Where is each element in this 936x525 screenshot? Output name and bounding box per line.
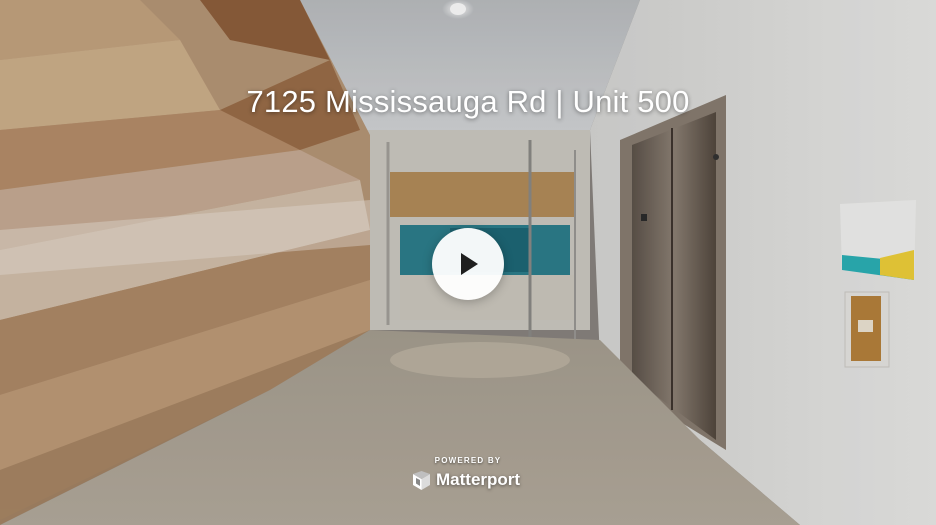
- play-icon: [461, 253, 478, 275]
- play-button[interactable]: [432, 228, 504, 300]
- powered-by-label: POWERED BY: [434, 456, 502, 465]
- matterport-brand-link[interactable]: Matterport: [413, 469, 520, 491]
- tour-title: 7125 Mississauga Rd | Unit 500: [246, 84, 690, 119]
- matterport-logo-icon: [413, 470, 430, 490]
- brand-name: Matterport: [436, 470, 521, 489]
